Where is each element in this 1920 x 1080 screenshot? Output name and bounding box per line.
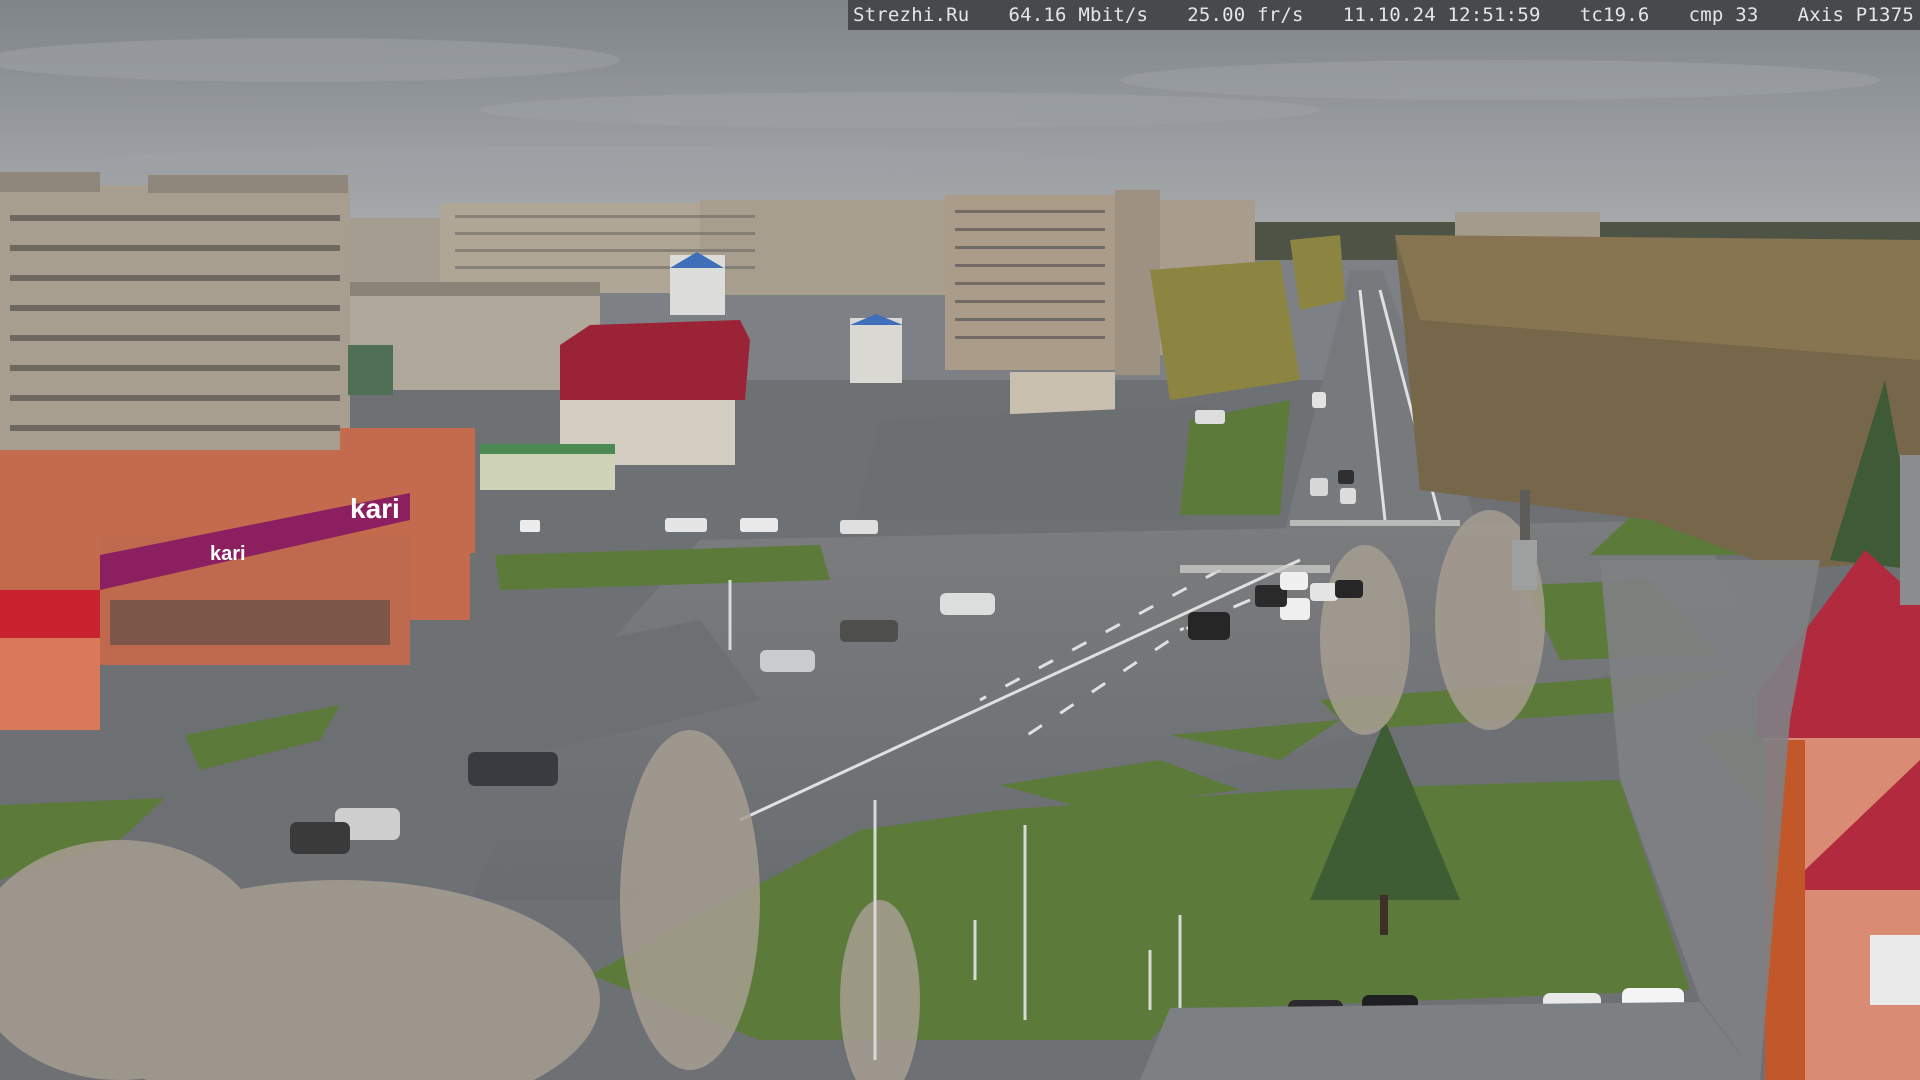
store-sign-text-lower: kari (210, 543, 246, 565)
overlay-datetime: 11.10.24 12:51:59 (1342, 4, 1541, 26)
overlay-cmp: cmp 33 (1688, 4, 1759, 26)
sidewalk-bottom (1140, 1002, 1760, 1080)
street-scene-image: kari kari (0, 0, 1920, 1080)
overlay-framerate: 25.00 fr/s (1187, 4, 1304, 26)
camera-view: kari kari Strezhi.Ru 64.16 Mbit/s 25.00 … (0, 0, 1920, 1080)
overlay-camera-model: Axis P1375 (1797, 4, 1914, 26)
spruce-trunk (1380, 895, 1388, 935)
kiosk-roof (480, 444, 615, 454)
overlay-tc: tc19.6 (1579, 4, 1650, 26)
green-kiosk (480, 450, 615, 490)
camera-info-overlay: Strezhi.Ru 64.16 Mbit/s 25.00 fr/s 11.10… (848, 0, 1920, 30)
store-sign-text: kari (350, 493, 400, 524)
overlay-bitrate: 64.16 Mbit/s (1008, 4, 1149, 26)
central-plaza (855, 405, 1210, 520)
overlay-site: Strezhi.Ru (853, 4, 970, 26)
